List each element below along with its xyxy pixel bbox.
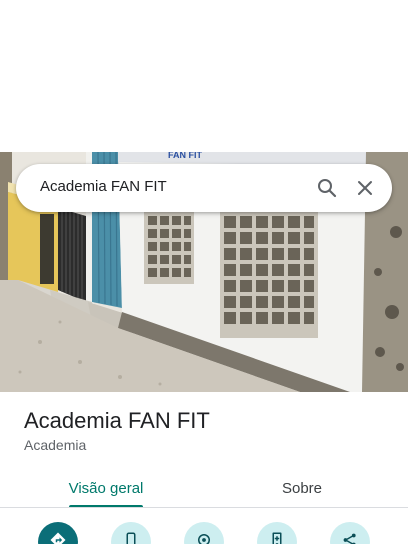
place-tabs: Visão geral Sobre <box>0 468 408 508</box>
search-bar[interactable]: Academia FAN FIT <box>16 164 392 212</box>
search-input[interactable]: Academia FAN FIT <box>40 178 167 195</box>
close-icon[interactable] <box>353 176 377 200</box>
place-category[interactable]: Academia <box>24 437 86 453</box>
svg-text:FAN FIT: FAN FIT <box>168 152 202 160</box>
place-title: Academia FAN FIT <box>24 408 210 433</box>
tab-about[interactable]: Sobre <box>220 468 384 508</box>
save-button[interactable] <box>257 522 297 544</box>
start-button[interactable] <box>184 522 224 544</box>
tabs-divider <box>0 507 408 508</box>
directions-icon <box>50 532 66 544</box>
top-blank-area <box>0 0 408 152</box>
save-icon <box>272 532 282 544</box>
phone-icon <box>126 532 136 544</box>
search-icon[interactable] <box>315 176 339 200</box>
directions-button[interactable] <box>38 522 78 544</box>
action-buttons <box>0 522 408 544</box>
start-navigation-icon <box>198 534 210 544</box>
share-button[interactable] <box>330 522 370 544</box>
call-button[interactable] <box>111 522 151 544</box>
share-icon <box>343 533 356 544</box>
tab-overview[interactable]: Visão geral <box>24 468 188 508</box>
